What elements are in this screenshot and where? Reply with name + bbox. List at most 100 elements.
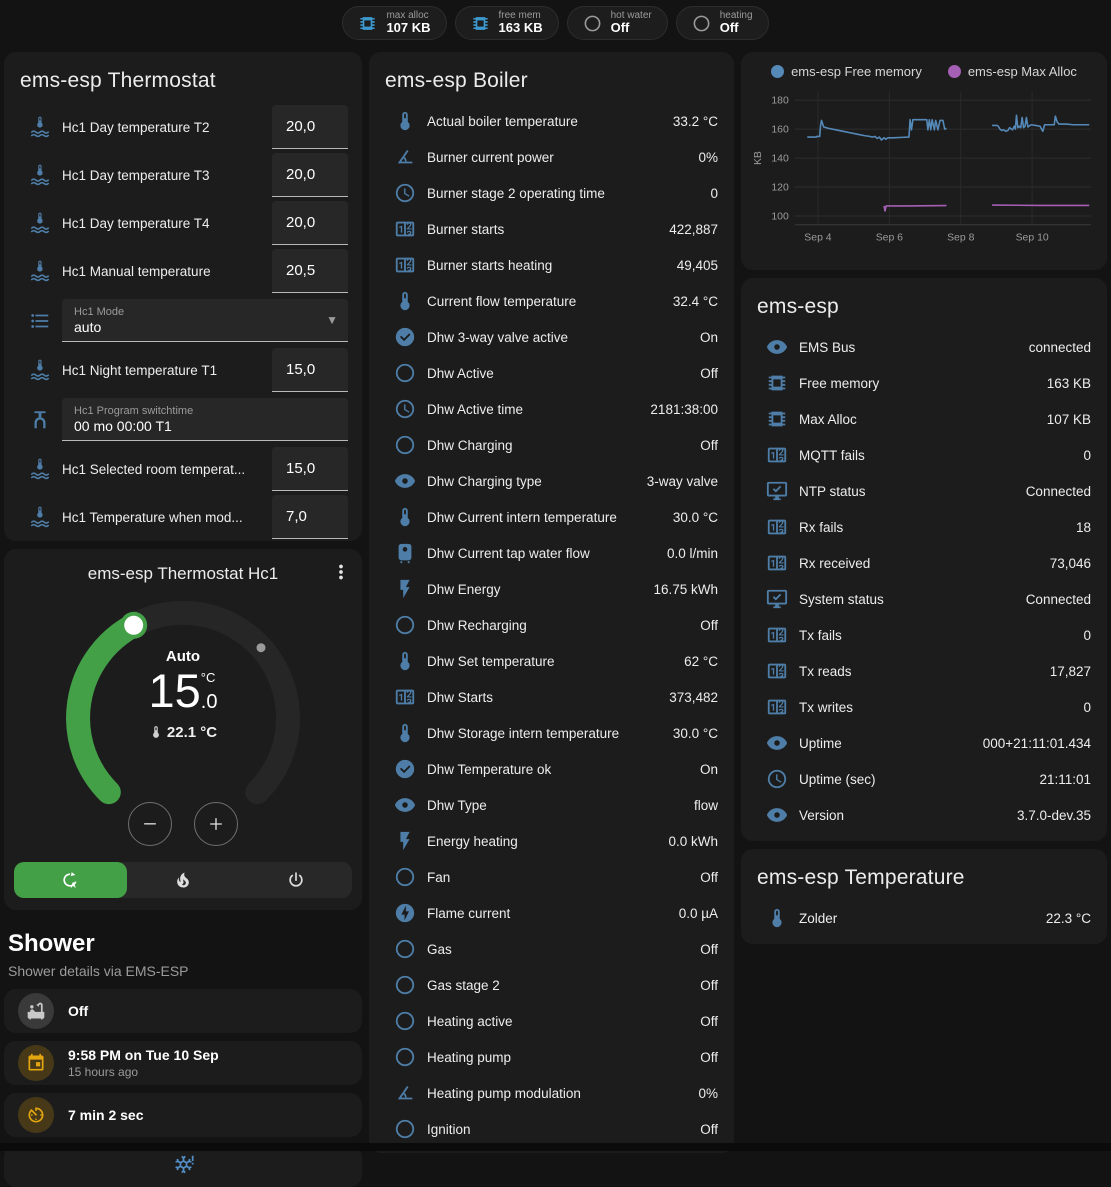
shower-info-card[interactable]: 7 min 2 sec bbox=[4, 1093, 362, 1137]
shower-info-card[interactable]: Off bbox=[4, 989, 362, 1033]
entity-row[interactable]: Hc1 Program switchtime00 mo 00:00 T1 bbox=[4, 394, 362, 445]
entity-row[interactable]: Rx received73,046 bbox=[741, 545, 1107, 581]
entity-row[interactable]: Hc1 Modeauto▼ bbox=[4, 295, 362, 346]
entity-row[interactable]: NTP statusConnected bbox=[741, 473, 1107, 509]
entity-row[interactable]: Heating pump modulation0% bbox=[369, 1075, 734, 1111]
more-options-button[interactable] bbox=[330, 561, 352, 583]
entity-row[interactable]: Dhw Typeflow bbox=[369, 787, 734, 823]
circle-icon bbox=[394, 938, 416, 960]
increase-temp-button[interactable] bbox=[194, 802, 238, 846]
memory-icon bbox=[358, 14, 377, 33]
number-input[interactable]: 15,0 bbox=[272, 447, 348, 491]
thermometer-icon bbox=[766, 907, 788, 929]
entity-row[interactable]: Burner current power0% bbox=[369, 139, 734, 175]
entity-row[interactable]: Actual boiler temperature33.2 °C bbox=[369, 103, 734, 139]
hvac-mode-fire-button[interactable] bbox=[127, 862, 240, 898]
entity-row[interactable]: Hc1 Day temperature T320,0 bbox=[4, 151, 362, 199]
entity-row[interactable]: Heating activeOff bbox=[369, 1003, 734, 1039]
status-chip[interactable]: free mem163 KB bbox=[455, 6, 559, 40]
entity-row[interactable]: Burner starts422,887 bbox=[369, 211, 734, 247]
entity-row[interactable]: Hc1 Day temperature T220,0 bbox=[4, 103, 362, 151]
decrease-temp-button[interactable] bbox=[128, 802, 172, 846]
entity-row[interactable]: Dhw RechargingOff bbox=[369, 607, 734, 643]
thermometer-icon bbox=[394, 650, 416, 672]
entity-row[interactable]: Uptime000+21:11:01.434 bbox=[741, 725, 1107, 761]
status-chip[interactable]: max alloc107 KB bbox=[342, 6, 446, 40]
entity-row[interactable]: Rx fails18 bbox=[741, 509, 1107, 545]
hvac-mode-power-button[interactable] bbox=[239, 862, 352, 898]
entity-row[interactable]: Dhw Charging type3-way valve bbox=[369, 463, 734, 499]
circle-icon bbox=[394, 866, 416, 888]
entity-row[interactable]: Uptime (sec)21:11:01 bbox=[741, 761, 1107, 797]
entity-row[interactable]: Dhw Starts373,482 bbox=[369, 679, 734, 715]
number-input[interactable]: 20,0 bbox=[272, 201, 348, 245]
entity-row[interactable]: Hc1 Manual temperature20,5 bbox=[4, 247, 362, 295]
number-input[interactable]: 20,0 bbox=[272, 153, 348, 197]
dial-gauge[interactable] bbox=[23, 588, 343, 838]
entity-row[interactable]: Hc1 Temperature when mod...7,0 bbox=[4, 493, 362, 541]
entity-row[interactable]: EMS Busconnected bbox=[741, 329, 1107, 365]
dial-knob[interactable] bbox=[120, 612, 147, 639]
legend-label: ems-esp Free memory bbox=[791, 64, 922, 79]
thermostat-settings-rows: Hc1 Day temperature T220,0Hc1 Day temper… bbox=[4, 103, 362, 541]
svg-text:A: A bbox=[71, 881, 77, 890]
pipe-valve-icon bbox=[29, 409, 51, 431]
entity-row[interactable]: Hc1 Selected room temperat...15,0 bbox=[4, 445, 362, 493]
entity-row[interactable]: Burner stage 2 operating time0 bbox=[369, 175, 734, 211]
entity-row[interactable]: Max Alloc107 KB bbox=[741, 401, 1107, 437]
status-chip[interactable]: hot waterOff bbox=[567, 6, 668, 40]
mode-select[interactable]: Hc1 Modeauto▼ bbox=[62, 299, 348, 342]
entity-row[interactable]: Tx reads17,827 bbox=[741, 653, 1107, 689]
angle-acute-icon bbox=[394, 146, 416, 168]
entity-row[interactable]: Tx fails0 bbox=[741, 617, 1107, 653]
entity-row[interactable]: System statusConnected bbox=[741, 581, 1107, 617]
entity-row[interactable]: Dhw Temperature okOn bbox=[369, 751, 734, 787]
shower-alert-card[interactable] bbox=[4, 1145, 362, 1187]
shower-info-card[interactable]: 9:58 PM on Tue 10 Sep15 hours ago bbox=[4, 1041, 362, 1085]
chip-value: Off bbox=[720, 21, 753, 36]
entity-row[interactable]: Version3.7.0-dev.35 bbox=[741, 797, 1107, 833]
entity-value: 000+21:11:01.434 bbox=[975, 736, 1091, 751]
emsesp-rows: EMS BusconnectedFree memory163 KBMax All… bbox=[741, 329, 1107, 833]
number-input[interactable]: 7,0 bbox=[272, 495, 348, 539]
entity-row[interactable]: Current flow temperature32.4 °C bbox=[369, 283, 734, 319]
number-input[interactable]: 20,0 bbox=[272, 105, 348, 149]
entity-row[interactable]: Flame current0.0 µA bbox=[369, 895, 734, 931]
entity-row[interactable]: GasOff bbox=[369, 931, 734, 967]
entity-row[interactable]: Hc1 Night temperature T115,0 bbox=[4, 346, 362, 394]
entity-row[interactable]: FanOff bbox=[369, 859, 734, 895]
entity-row[interactable]: Burner starts heating49,405 bbox=[369, 247, 734, 283]
entity-row[interactable]: Dhw 3-way valve activeOn bbox=[369, 319, 734, 355]
hvac-mode-thermostat-auto-button[interactable]: A bbox=[14, 862, 127, 898]
entity-row[interactable]: Zolder22.3 °C bbox=[741, 900, 1107, 936]
flash-icon bbox=[394, 578, 416, 600]
entity-row[interactable]: Dhw Storage intern temperature30.0 °C bbox=[369, 715, 734, 751]
entity-row[interactable]: Dhw ActiveOff bbox=[369, 355, 734, 391]
entity-row[interactable]: Dhw ChargingOff bbox=[369, 427, 734, 463]
legend-item[interactable]: ems-esp Max Alloc bbox=[948, 64, 1077, 79]
legend-item[interactable]: ems-esp Free memory bbox=[771, 64, 922, 79]
entity-row[interactable]: Dhw Current tap water flow0.0 l/min bbox=[369, 535, 734, 571]
entity-row[interactable]: Dhw Set temperature62 °C bbox=[369, 643, 734, 679]
thermostat-dial[interactable]: Auto 15 °C .0 22.1 °C bbox=[23, 588, 343, 838]
entity-row[interactable]: IgnitionOff bbox=[369, 1111, 734, 1147]
text-input[interactable]: Hc1 Program switchtime00 mo 00:00 T1 bbox=[62, 398, 348, 441]
column-middle: ems-esp Boiler Actual boiler temperature… bbox=[369, 52, 734, 1153]
entity-row[interactable]: Gas stage 2Off bbox=[369, 967, 734, 1003]
field-value: auto bbox=[74, 319, 322, 335]
entity-row[interactable]: Energy heating0.0 kWh bbox=[369, 823, 734, 859]
entity-row[interactable]: Tx writes0 bbox=[741, 689, 1107, 725]
entity-row[interactable]: Dhw Active time2181:38:00 bbox=[369, 391, 734, 427]
entity-row[interactable]: Free memory163 KB bbox=[741, 365, 1107, 401]
number-input[interactable]: 20,5 bbox=[272, 249, 348, 293]
entity-row[interactable]: Dhw Current intern temperature30.0 °C bbox=[369, 499, 734, 535]
number-input[interactable]: 15,0 bbox=[272, 348, 348, 392]
svg-text:Sep 6: Sep 6 bbox=[876, 233, 903, 244]
entity-row[interactable]: Dhw Energy16.75 kWh bbox=[369, 571, 734, 607]
thermometer-icon bbox=[394, 722, 416, 744]
eye-icon bbox=[766, 732, 788, 754]
status-chip[interactable]: heatingOff bbox=[676, 6, 769, 40]
entity-row[interactable]: Heating pumpOff bbox=[369, 1039, 734, 1075]
entity-row[interactable]: Hc1 Day temperature T420,0 bbox=[4, 199, 362, 247]
entity-row[interactable]: MQTT fails0 bbox=[741, 437, 1107, 473]
